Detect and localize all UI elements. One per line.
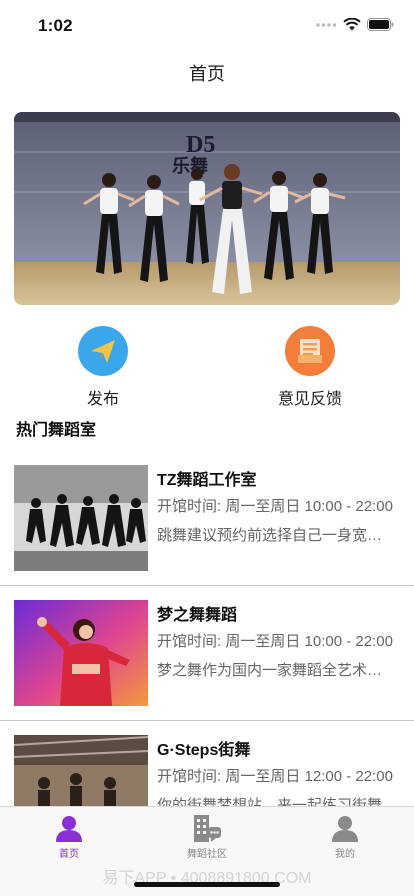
tab-community-label: 舞蹈社区 xyxy=(187,849,227,860)
status-icons xyxy=(315,18,394,31)
banner-image[interactable]: D5 乐舞 xyxy=(14,112,400,305)
status-time: 1:02 xyxy=(38,16,73,35)
page-title: 首页 xyxy=(189,64,225,84)
publish-icon-circle xyxy=(78,326,128,376)
divider xyxy=(0,720,414,721)
svg-text:D5: D5 xyxy=(186,132,215,158)
studio-name: TZ舞蹈工作室 xyxy=(157,472,257,489)
studio-description: 跳舞建议预约前选择自己一身宽松的衣服 xyxy=(157,527,397,544)
status-bar: 1:02 xyxy=(0,0,414,50)
tab-mine-label: 我的 xyxy=(335,849,355,860)
dance-studio-photo: D5 乐舞 xyxy=(14,112,400,305)
tab-bar: 首页 舞蹈社区 我的 易下APP • 4008891800.COM xyxy=(0,806,414,896)
divider xyxy=(0,585,414,586)
studio-hours: 开馆时间: 周一至周日 10:00 - 22:00 xyxy=(157,633,393,650)
studio-name: G·Steps街舞 xyxy=(157,742,251,759)
studio-name: 梦之舞舞蹈 xyxy=(157,607,238,624)
tab-home-label: 首页 xyxy=(59,849,79,860)
studio-thumbnail xyxy=(14,600,148,706)
signal-icon xyxy=(316,22,337,27)
quick-actions: 发布 意见反馈 xyxy=(0,326,414,410)
studio-thumbnail xyxy=(14,465,148,571)
studio-list-item[interactable]: 梦之舞舞蹈 开馆时间: 周一至周日 10:00 - 22:00 梦之舞作为国内一… xyxy=(0,600,414,735)
tab-mine[interactable]: 我的 xyxy=(295,813,395,860)
tab-community[interactable]: 舞蹈社区 xyxy=(157,813,257,860)
publish-button[interactable]: 发布 xyxy=(43,326,163,409)
community-building-icon xyxy=(194,815,221,842)
feedback-label: 意见反馈 xyxy=(277,391,342,408)
studio-hours: 开馆时间: 周一至周日 10:00 - 22:00 xyxy=(157,498,393,515)
home-indicator xyxy=(134,882,280,887)
profile-icon xyxy=(332,816,358,842)
wifi-icon xyxy=(343,18,361,31)
battery-icon xyxy=(367,18,394,31)
studio-hours: 开馆时间: 周一至周日 12:00 - 22:00 xyxy=(157,768,393,785)
studio-description: 梦之舞作为国内一家舞蹈全艺术培训机构 xyxy=(157,662,397,679)
navigation-bar: 首页 xyxy=(0,50,414,96)
publish-label: 发布 xyxy=(86,391,119,408)
paper-plane-icon xyxy=(91,340,115,363)
tab-home[interactable]: 首页 xyxy=(19,813,119,860)
feedback-icon xyxy=(298,339,322,363)
feedback-icon-circle xyxy=(285,326,335,376)
user-icon xyxy=(56,816,82,842)
feedback-button[interactable]: 意见反馈 xyxy=(250,326,370,409)
studio-list-item[interactable]: TZ舞蹈工作室 开馆时间: 周一至周日 10:00 - 22:00 跳舞建议预约… xyxy=(0,465,414,600)
section-title: 热门舞蹈室 xyxy=(16,422,97,439)
